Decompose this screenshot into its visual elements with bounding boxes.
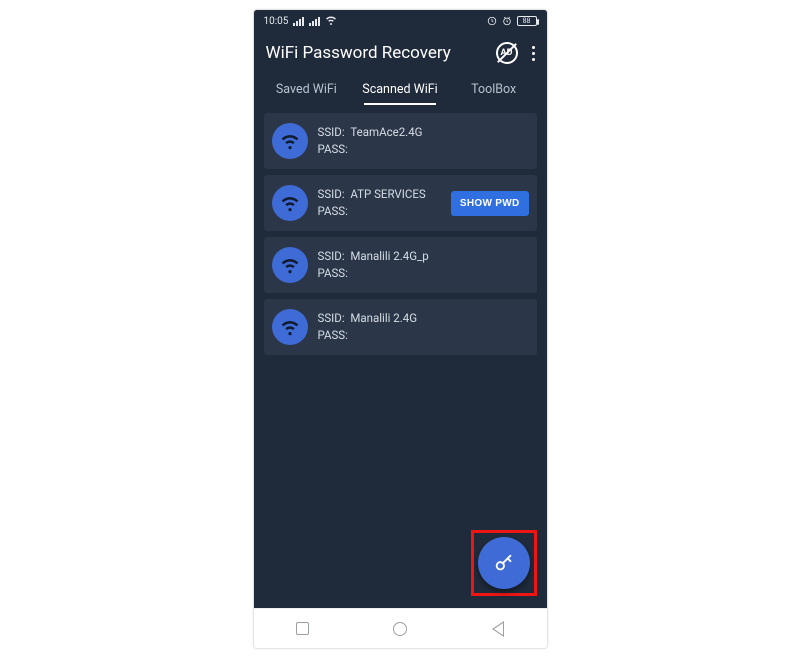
app-screen: 10:05 88 WiFi Password Recovery AD Saved xyxy=(254,10,547,608)
network-row[interactable]: SSID: Manalili 2.4G PASS: xyxy=(264,299,537,355)
app-title: WiFi Password Recovery xyxy=(266,43,451,63)
wifi-icon xyxy=(272,247,308,283)
fab-highlight xyxy=(471,530,537,596)
tab-saved-wifi[interactable]: Saved WiFi xyxy=(260,74,354,107)
network-row[interactable]: SSID: Manalili 2.4G_p PASS: xyxy=(264,237,537,293)
status-left: 10:05 xyxy=(264,14,338,29)
key-icon xyxy=(493,552,515,574)
wifi-icon xyxy=(272,185,308,221)
no-ads-icon[interactable]: AD xyxy=(496,42,518,64)
signal-icon xyxy=(309,17,320,26)
signal-icon xyxy=(293,17,304,26)
recent-apps-button[interactable] xyxy=(293,620,311,638)
network-info: SSID: Manalili 2.4G_p PASS: xyxy=(318,248,529,281)
battery-icon: 88 xyxy=(517,16,537,26)
network-row[interactable]: SSID: ATP SERVICES PASS: SHOW PWD xyxy=(264,175,537,231)
home-button[interactable] xyxy=(391,620,409,638)
android-nav-bar xyxy=(254,608,547,648)
network-info: SSID: Manalili 2.4G PASS: xyxy=(318,310,529,343)
dnd-icon xyxy=(487,16,497,26)
network-info: SSID: ATP SERVICES PASS: xyxy=(318,186,441,219)
alarm-icon xyxy=(502,16,512,26)
network-list: SSID: TeamAce2.4G PASS: SSID: ATP SERVIC… xyxy=(254,107,547,361)
overflow-menu-icon[interactable] xyxy=(532,46,535,61)
tab-toolbox[interactable]: ToolBox xyxy=(447,74,541,107)
header-actions: AD xyxy=(496,42,535,64)
wifi-icon xyxy=(272,123,308,159)
key-fab-button[interactable] xyxy=(478,537,530,589)
app-header: WiFi Password Recovery AD xyxy=(254,32,547,70)
tab-scanned-wifi[interactable]: Scanned WiFi xyxy=(353,74,447,107)
phone-frame: 10:05 88 WiFi Password Recovery AD Saved xyxy=(253,9,548,649)
wifi-status-icon xyxy=(325,14,337,29)
wifi-icon xyxy=(272,309,308,345)
status-time: 10:05 xyxy=(264,16,289,27)
network-row[interactable]: SSID: TeamAce2.4G PASS: xyxy=(264,113,537,169)
status-right: 88 xyxy=(487,16,537,26)
tabs: Saved WiFi Scanned WiFi ToolBox xyxy=(254,70,547,107)
network-info: SSID: TeamAce2.4G PASS: xyxy=(318,124,529,157)
back-button[interactable] xyxy=(489,620,507,638)
show-password-button[interactable]: SHOW PWD xyxy=(451,191,529,216)
status-bar: 10:05 88 xyxy=(254,10,547,32)
